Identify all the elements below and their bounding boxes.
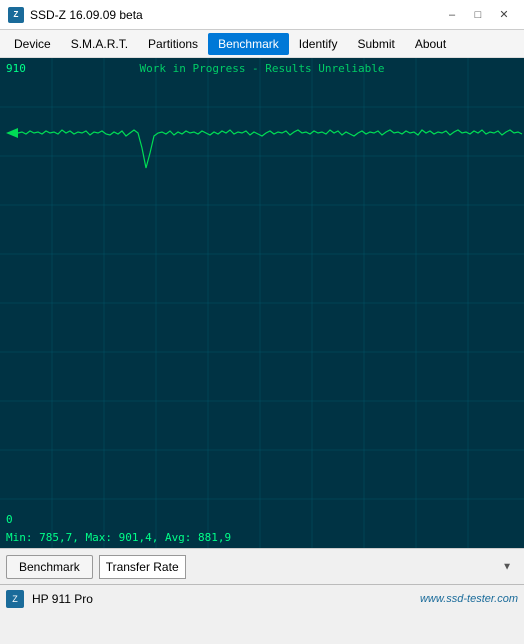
menu-item-device[interactable]: Device	[4, 33, 61, 55]
dropdown-arrow-icon: ▼	[502, 561, 512, 572]
title-bar-controls: – □ ✕	[440, 5, 516, 25]
menu-item-smart[interactable]: S.M.A.R.T.	[61, 33, 138, 55]
menu-item-identify[interactable]: Identify	[289, 33, 348, 55]
menu-item-benchmark[interactable]: Benchmark	[208, 33, 289, 55]
app-icon: Z	[8, 7, 24, 23]
menu-item-about[interactable]: About	[405, 33, 456, 55]
status-app-icon: Z	[6, 590, 24, 608]
brand-text: www.ssd-tester.com	[420, 593, 518, 605]
menu-item-partitions[interactable]: Partitions	[138, 33, 208, 55]
menu-item-submit[interactable]: Submit	[347, 33, 404, 55]
minimize-button[interactable]: –	[440, 5, 464, 25]
title-bar-title: SSD-Z 16.09.09 beta	[30, 8, 143, 22]
dropdown-wrapper: Transfer Rate IOPS Latency ▼	[99, 555, 518, 579]
status-bar: Z HP 911 Pro www.ssd-tester.com	[0, 584, 524, 612]
menu-bar: Device S.M.A.R.T. Partitions Benchmark I…	[0, 30, 524, 58]
maximize-button[interactable]: □	[466, 5, 490, 25]
title-bar: Z SSD-Z 16.09.09 beta – □ ✕	[0, 0, 524, 30]
chart-svg	[0, 58, 524, 548]
chart-max-label: 910	[6, 62, 26, 75]
chart-min-label: 0	[6, 513, 13, 526]
transfer-rate-dropdown[interactable]: Transfer Rate IOPS Latency	[99, 555, 186, 579]
chart-center-label: Work in Progress - Results Unreliable	[139, 62, 384, 75]
benchmark-button[interactable]: Benchmark	[6, 555, 93, 579]
chart-area: 910 Work in Progress - Results Unreliabl…	[0, 58, 524, 548]
bottom-bar: Benchmark Transfer Rate IOPS Latency ▼	[0, 548, 524, 584]
close-button[interactable]: ✕	[492, 5, 516, 25]
chart-stats: Min: 785,7, Max: 901,4, Avg: 881,9	[6, 531, 231, 544]
title-bar-left: Z SSD-Z 16.09.09 beta	[8, 7, 143, 23]
device-name: HP 911 Pro	[32, 592, 412, 606]
